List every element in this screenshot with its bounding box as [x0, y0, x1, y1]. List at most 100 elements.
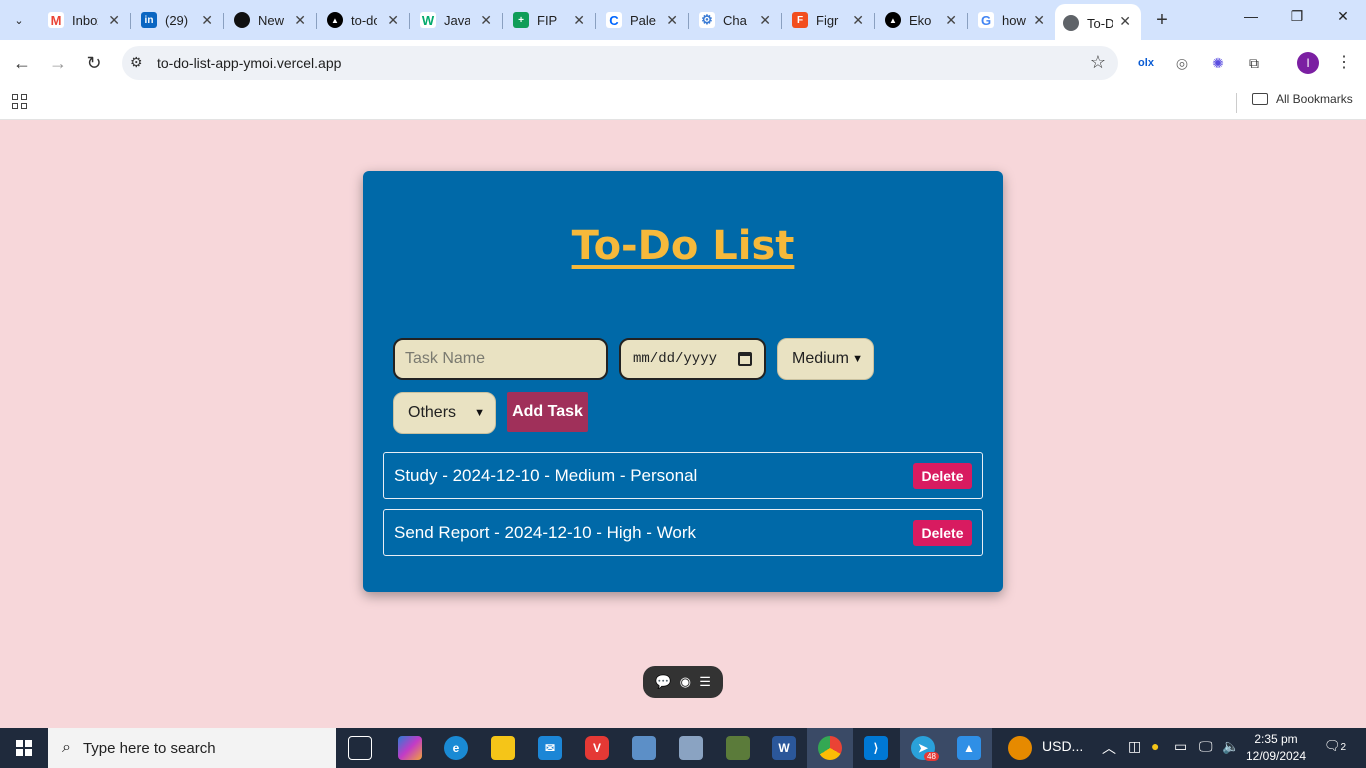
start-button[interactable]: [0, 728, 48, 768]
tab-search-button[interactable]: ⌄: [6, 7, 32, 33]
tab-github[interactable]: New ✕: [226, 6, 317, 34]
mail-icon[interactable]: ✉: [538, 736, 562, 760]
weather-icon[interactable]: [1008, 736, 1032, 760]
copilot-icon[interactable]: [398, 736, 422, 760]
w3-icon: W: [420, 12, 436, 28]
back-button[interactable]: ←: [11, 52, 33, 74]
photos-icon[interactable]: [632, 736, 656, 760]
close-icon[interactable]: ✕: [1119, 13, 1131, 30]
site-info-icon[interactable]: ⚙: [130, 54, 143, 71]
restore-button[interactable]: ❐: [1282, 8, 1312, 25]
search-icon: ⌕: [62, 739, 71, 756]
windows-logo-icon: [16, 740, 32, 756]
vercel-icon: ▲: [327, 12, 343, 28]
calendar-icon[interactable]: [738, 352, 752, 366]
address-bar[interactable]: ⚙ to-do-list-app-ymoi.vercel.app ☆: [122, 46, 1118, 80]
category-select[interactable]: Others ▼: [393, 392, 496, 434]
close-icon[interactable]: ✕: [945, 12, 957, 29]
extension-olx-icon[interactable]: olx: [1136, 53, 1156, 73]
tab-active-todo[interactable]: To-D ✕: [1055, 4, 1141, 40]
tray-app-icon[interactable]: ●: [1151, 738, 1159, 754]
all-bookmarks-button[interactable]: All Bookmarks: [1252, 92, 1353, 106]
tab-sheets[interactable]: + FIP ✕: [505, 6, 596, 34]
extensions-puzzle-icon[interactable]: ⧉: [1244, 53, 1264, 73]
tab-title: Pale: [630, 12, 656, 28]
tab-title: New: [258, 12, 284, 28]
bookmark-star-icon[interactable]: ☆: [1090, 52, 1106, 73]
word-icon[interactable]: W: [772, 736, 796, 760]
tab-vercel-todo[interactable]: ▲ to-do ✕: [319, 6, 410, 34]
todo-card: To-Do List mm/dd/yyyy Medium ▼ Others ▼ …: [363, 171, 1003, 592]
chevron-down-icon: ▼: [474, 407, 485, 419]
github-icon: [234, 12, 250, 28]
tab-title: to-do: [351, 12, 377, 28]
comment-icon[interactable]: 💬: [655, 674, 671, 690]
notification-count: 2: [1340, 742, 1347, 753]
chrome-icon[interactable]: [818, 736, 842, 760]
new-tab-button[interactable]: +: [1150, 8, 1174, 32]
menu-icon[interactable]: ☰: [699, 674, 711, 690]
file-explorer-icon[interactable]: [491, 736, 515, 760]
network-app-icon[interactable]: [679, 736, 703, 760]
delete-task-button[interactable]: Delete: [913, 520, 972, 546]
task-view-icon[interactable]: [348, 736, 372, 760]
edge-icon[interactable]: e: [444, 736, 468, 760]
close-icon[interactable]: ✕: [759, 12, 771, 29]
vscode-icon[interactable]: ⟩: [864, 736, 888, 760]
priority-select[interactable]: Medium ▼: [777, 338, 874, 380]
tab-coolors[interactable]: C Pale ✕: [598, 6, 689, 34]
tab-title: how: [1002, 12, 1026, 28]
close-icon[interactable]: ✕: [108, 12, 120, 29]
tab-figma[interactable]: F Figr ✕: [784, 6, 875, 34]
close-icon[interactable]: ✕: [201, 12, 213, 29]
tools-app-icon[interactable]: [726, 736, 750, 760]
task-item: Study - 2024-12-10 - Medium - Personal D…: [383, 452, 983, 499]
vercel-icon: ▲: [885, 12, 901, 28]
weather-text[interactable]: USD...: [1042, 738, 1083, 754]
vivaldi-icon[interactable]: V: [585, 736, 609, 760]
tray-chevron-up-icon[interactable]: ︿: [1102, 738, 1116, 758]
category-selected-value: Others: [408, 404, 457, 421]
taskbar-search-placeholder: Type here to search: [82, 739, 216, 757]
tab-eko[interactable]: ▲ Eko ✕: [877, 6, 968, 34]
extension-grammarly-icon[interactable]: ◎: [1172, 53, 1192, 73]
tab-linkedin[interactable]: in (29) ✕: [133, 6, 224, 34]
task-date-input[interactable]: mm/dd/yyyy: [619, 338, 766, 380]
notification-center-icon[interactable]: 🗨2: [1324, 738, 1348, 758]
delete-task-button[interactable]: Delete: [913, 463, 972, 489]
close-icon[interactable]: ✕: [1033, 12, 1045, 29]
close-icon[interactable]: ✕: [387, 12, 399, 29]
reload-button[interactable]: ↻: [83, 52, 105, 74]
all-bookmarks-label: All Bookmarks: [1276, 92, 1353, 106]
close-window-button[interactable]: ✕: [1328, 8, 1358, 25]
network-icon[interactable]: 🖵: [1199, 738, 1213, 755]
tab-chat[interactable]: ⚙ Cha ✕: [691, 6, 782, 34]
battery-icon[interactable]: ▭: [1174, 738, 1187, 755]
chatgpt-icon: ⚙: [699, 12, 715, 28]
tray-meet-icon[interactable]: ◫: [1128, 738, 1141, 755]
close-icon[interactable]: ✕: [666, 12, 678, 29]
chevron-down-icon: ▼: [852, 353, 863, 365]
minimize-button[interactable]: —: [1236, 8, 1266, 24]
close-icon[interactable]: ✕: [573, 12, 585, 29]
url-text[interactable]: to-do-list-app-ymoi.vercel.app: [157, 55, 341, 71]
tab-google[interactable]: G how ✕: [970, 6, 1055, 34]
taskbar-clock[interactable]: 2:35 pm 12/09/2024: [1236, 731, 1316, 765]
forward-button[interactable]: →: [47, 52, 69, 74]
clock-time: 2:35 pm: [1254, 732, 1298, 746]
extension-sparkle-icon[interactable]: ✺: [1208, 53, 1228, 73]
close-icon[interactable]: ✕: [480, 12, 492, 29]
add-task-button[interactable]: Add Task: [507, 392, 588, 432]
menu-kebab-icon[interactable]: ⋮: [1334, 53, 1354, 73]
tab-gmail[interactable]: M Inbox ✕: [40, 6, 131, 34]
task-name-input[interactable]: [393, 338, 608, 380]
photos-viewer-icon[interactable]: ▲: [957, 736, 981, 760]
eye-icon[interactable]: ◉: [680, 674, 691, 690]
tab-w3schools[interactable]: W Java ✕: [412, 6, 503, 34]
close-icon[interactable]: ✕: [852, 12, 864, 29]
taskbar-search-box[interactable]: ⌕ Type here to search: [48, 728, 336, 768]
apps-grid-icon[interactable]: [12, 94, 28, 110]
profile-avatar[interactable]: I: [1297, 52, 1319, 74]
task-item: Send Report - 2024-12-10 - High - Work D…: [383, 509, 983, 556]
close-icon[interactable]: ✕: [294, 12, 306, 29]
